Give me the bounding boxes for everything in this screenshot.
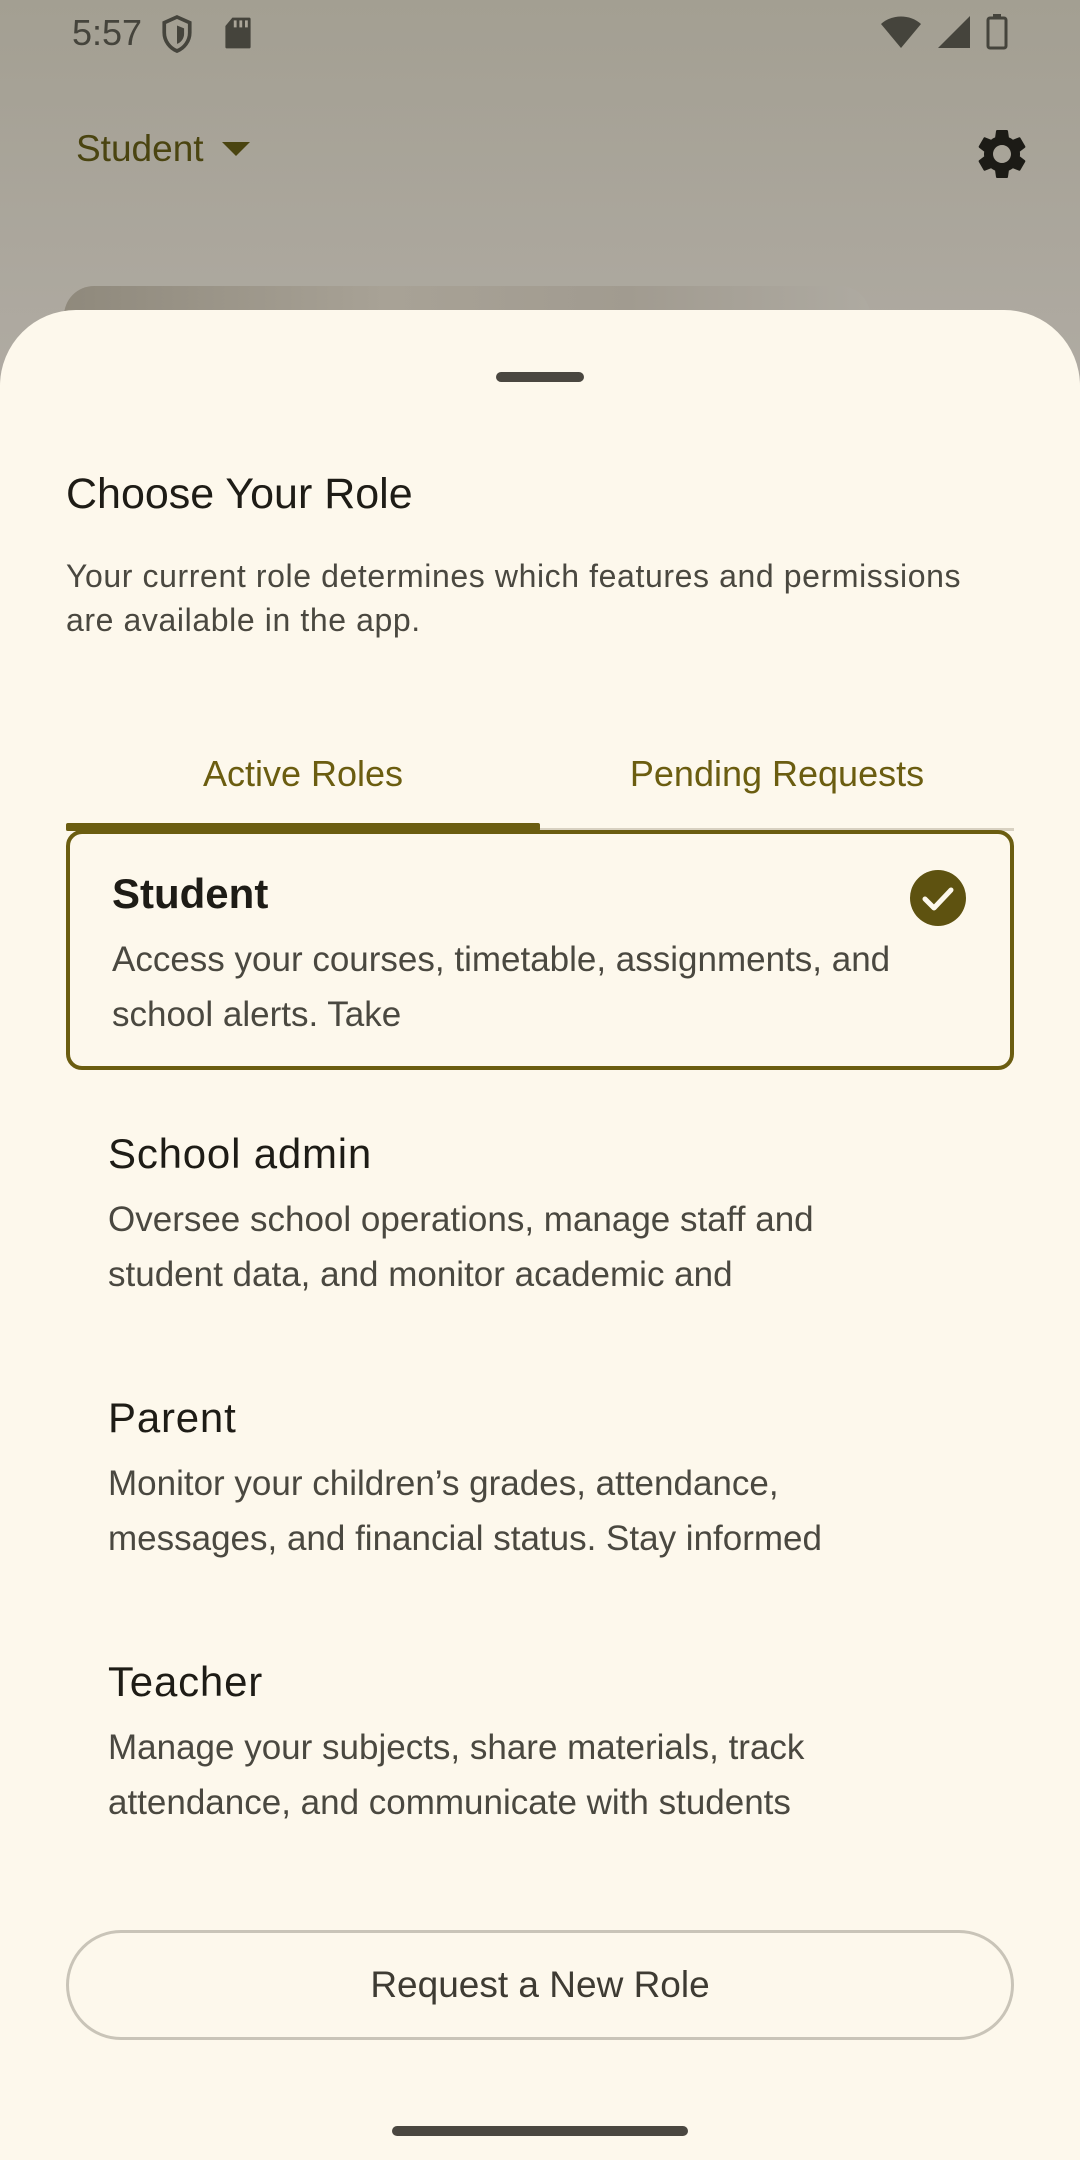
wifi-icon <box>881 16 921 48</box>
role-name: School admin <box>108 1130 373 1177</box>
role-selector-label: Student <box>76 128 204 169</box>
screen: 5:57 Student Choose Your Role Your curre… <box>0 0 1080 2160</box>
caret-down-icon <box>221 142 250 156</box>
sheet-title: Choose Your Role <box>66 470 413 518</box>
sd-card-icon <box>225 17 251 49</box>
check-circle-icon <box>910 870 966 926</box>
role-description: Oversee school operations, manage staff … <box>108 1200 814 1294</box>
gear-icon[interactable] <box>972 124 1032 184</box>
sheet-description: Your current role determines which featu… <box>66 558 962 638</box>
role-option-school-admin[interactable]: School admin Oversee school operations, … <box>66 1094 1014 1334</box>
tab-active-roles[interactable]: Active Roles <box>66 720 540 831</box>
home-indicator[interactable] <box>392 2126 688 2136</box>
role-option-teacher[interactable]: Teacher Manage your subjects, share mate… <box>66 1622 1014 1862</box>
status-bar: 5:57 <box>0 0 1080 66</box>
cell-signal-icon <box>938 16 970 48</box>
status-right-icons <box>880 14 1008 50</box>
shield-icon <box>162 14 192 53</box>
tab-pending-requests[interactable]: Pending Requests <box>540 720 1014 828</box>
role-selector-dropdown[interactable]: Student <box>76 128 250 170</box>
role-tabs: Active Roles Pending Requests <box>66 720 1014 831</box>
role-name: Student <box>112 870 269 917</box>
role-description: Manage your subjects, share materials, t… <box>108 1728 805 1822</box>
role-list: Student Access your courses, timetable, … <box>66 830 1014 1886</box>
role-description: Access your courses, timetable, assignme… <box>112 940 891 1034</box>
request-new-role-button[interactable]: Request a New Role <box>66 1930 1014 2040</box>
battery-icon <box>986 14 1008 50</box>
role-option-student[interactable]: Student Access your courses, timetable, … <box>66 830 1014 1070</box>
role-description: Monitor your children’s grades, attendan… <box>108 1464 822 1558</box>
drag-handle[interactable] <box>496 372 584 382</box>
role-name: Parent <box>108 1394 237 1441</box>
role-bottom-sheet: Choose Your Role Your current role deter… <box>0 310 1080 2160</box>
role-option-parent[interactable]: Parent Monitor your children’s grades, a… <box>66 1358 1014 1598</box>
role-name: Teacher <box>108 1658 264 1705</box>
status-time: 5:57 <box>72 12 143 53</box>
